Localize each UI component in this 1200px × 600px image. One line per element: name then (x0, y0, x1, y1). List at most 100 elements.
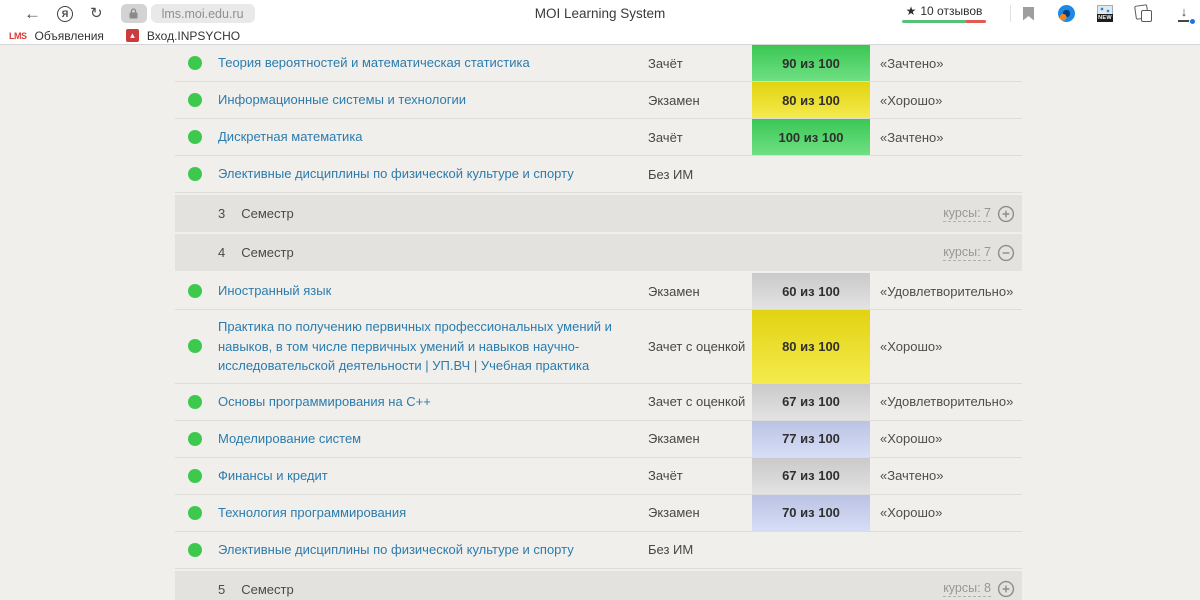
bookmarks-bar: LMS Объявления ▲ Вход.INPSYCHO (0, 27, 1200, 45)
course-link[interactable]: Дискретная математика (218, 120, 630, 154)
score-cell: 80 из 100 (752, 82, 870, 118)
bookmark-item-announcements[interactable]: Объявления (35, 29, 104, 43)
semester-row[interactable]: 3Семестркурсы: 7 (175, 195, 1022, 232)
semester-courses: курсы: 8 (943, 580, 1015, 598)
reviews-count-label: 10 отзывов (920, 4, 982, 18)
score-cell: 67 из 100 (752, 458, 870, 494)
score-cell: 80 из 100 (752, 310, 870, 383)
exam-type-label: Экзамен (648, 431, 752, 446)
bookmark-flag-icon[interactable] (1023, 7, 1034, 21)
browser-toolbar: ← Я ↻ lms.moi.edu.ru MOI Learning System… (0, 0, 1200, 27)
course-link[interactable]: Основы программирования на C++ (218, 385, 630, 419)
exam-type-label: Зачет с оценкой (648, 339, 752, 354)
yandex-browser-icon[interactable]: Я (57, 6, 73, 22)
grade-label: «Зачтено» (880, 130, 943, 145)
exam-type-label: Без ИМ (648, 167, 752, 182)
grade-label: «Зачтено» (880, 468, 943, 483)
semester-courses: курсы: 7 (943, 205, 1015, 223)
score-cell: 90 из 100 (752, 45, 870, 81)
semester-number: 4 (218, 245, 225, 260)
exam-type-label: Экзамен (648, 284, 752, 299)
table-row: Элективные дисциплины по физической куль… (175, 532, 1022, 569)
extension-new-glyph (1097, 5, 1113, 14)
extension-circle-icon[interactable] (1058, 5, 1075, 22)
courses-count-link[interactable]: курсы: 7 (943, 206, 991, 222)
score-cell: 100 из 100 (752, 119, 870, 155)
semester-label: Семестр (241, 582, 293, 597)
grades-table: Теория вероятностей и математическая ста… (175, 45, 1022, 600)
site-security-chip[interactable] (121, 4, 147, 23)
grade-label: «Хорошо» (880, 431, 942, 446)
bookmark-item-login[interactable]: Вход.INPSYCHO (147, 29, 240, 43)
grade-label: «Хорошо» (880, 505, 942, 520)
grade-label: «Хорошо» (880, 93, 942, 108)
table-row: Иностранный языкЭкзамен60 из 100«Удовлет… (175, 273, 1022, 310)
course-link[interactable]: Практика по получению первичных професси… (218, 310, 630, 383)
extension-new-icon[interactable]: NEW (1097, 5, 1113, 22)
table-row: Дискретная математика Зачёт100 из 100 «Зач… (175, 119, 1022, 156)
exam-type-label: Зачёт (648, 56, 752, 71)
exam-type-label: Экзамен (648, 93, 752, 108)
toolbar-divider (1010, 5, 1011, 22)
star-icon: ★ (906, 4, 917, 18)
download-activity-dot (1189, 18, 1196, 25)
grade-label: «Хорошо» (880, 339, 942, 354)
courses-count-link[interactable]: курсы: 7 (943, 245, 991, 261)
exam-type-label: Зачёт (648, 468, 752, 483)
courses-count-link[interactable]: курсы: 8 (943, 581, 991, 597)
semester-row[interactable]: 4 Семестр курсы: 7 (175, 234, 1022, 271)
course-status-icon (188, 339, 202, 353)
course-link[interactable]: Элективные дисциплины по физической куль… (218, 157, 630, 191)
table-row: Элективные дисциплины по физической куль… (175, 156, 1022, 193)
score-cell: 60 из 100 (752, 273, 870, 309)
course-link[interactable]: Моделирование систем (218, 422, 630, 456)
reviews-rating-bar (902, 20, 986, 23)
table-row: Практика по получению первичных професси… (175, 310, 1022, 384)
table-row: Технология программирования Экзамен70 из … (175, 495, 1022, 532)
table-row: Информационные системы и технологии Экзам… (175, 82, 1022, 119)
toggle-plus-icon[interactable] (997, 580, 1015, 598)
table-row: Основы программирования на C++Зачет с оц… (175, 384, 1022, 421)
course-status-icon (188, 432, 202, 446)
table-row: Теория вероятностей и математическая ста… (175, 45, 1022, 82)
score-cell: 67 из 100 (752, 384, 870, 420)
back-icon[interactable]: ← (24, 5, 41, 22)
course-link[interactable]: Технология программирования (218, 496, 630, 530)
collections-icon[interactable] (1135, 5, 1152, 22)
course-link[interactable]: Элективные дисциплины по физической куль… (218, 533, 630, 567)
course-status-icon (188, 93, 202, 107)
address-bar[interactable]: lms.moi.edu.ru (151, 4, 255, 23)
page-content: Теория вероятностей и математическая ста… (0, 45, 1200, 600)
downloads-icon[interactable]: ↓ (1176, 5, 1192, 23)
browser-chrome: ← Я ↻ lms.moi.edu.ru MOI Learning System… (0, 0, 1200, 45)
toggle-minus-icon[interactable] (997, 244, 1015, 262)
semester-row[interactable]: 5 Семестр курсы: 8 (175, 571, 1022, 600)
course-link[interactable]: Финансы и кредит (218, 459, 630, 493)
course-status-icon (188, 56, 202, 70)
new-badge-label: NEW (1097, 14, 1113, 22)
grade-label: «Удовлетворительно» (880, 394, 1013, 409)
site-reviews-button[interactable]: ★ 10 отзывов (902, 4, 986, 23)
exam-type-label: Экзамен (648, 505, 752, 520)
course-status-icon (188, 395, 202, 409)
course-status-icon (188, 167, 202, 181)
semester-number: 5 (218, 582, 225, 597)
score-cell: 77 из 100 (752, 421, 870, 457)
semester-label: Семестр (241, 245, 293, 260)
course-link[interactable]: Информационные системы и технологии (218, 83, 630, 117)
grade-label: «Зачтено» (880, 56, 943, 71)
semester-courses: курсы: 7 (943, 244, 1015, 262)
exam-type-label: Зачёт (648, 130, 752, 145)
refresh-icon[interactable]: ↻ (90, 6, 103, 21)
semester-number: 3 (218, 206, 225, 221)
course-link[interactable]: Иностранный язык (218, 274, 630, 308)
download-arrow-glyph: ↓ (1176, 5, 1192, 19)
toggle-plus-icon[interactable] (997, 205, 1015, 223)
table-row: Моделирование систем Экзамен77 из 100 «Хор… (175, 421, 1022, 458)
toolbar-right-cluster: ★ 10 отзывов NEW ↓ (902, 0, 1200, 27)
score-cell: 70 из 100 (752, 495, 870, 531)
course-link[interactable]: Теория вероятностей и математическая ста… (218, 46, 630, 80)
exam-type-label: Без ИМ (648, 542, 752, 557)
course-status-icon (188, 543, 202, 557)
table-row: Финансы и кредит Зачёт67 из 100 «Зачтено» (175, 458, 1022, 495)
